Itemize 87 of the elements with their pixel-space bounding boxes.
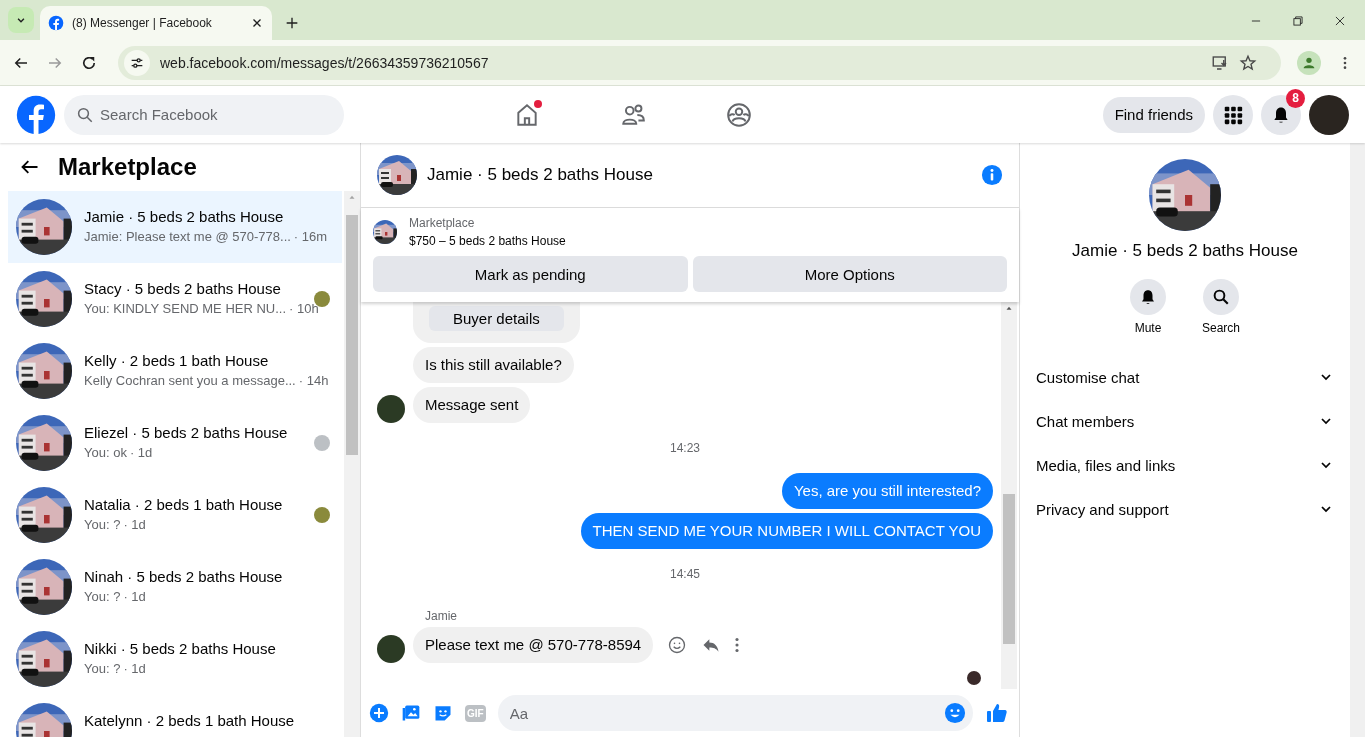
listing-action-button[interactable]: Mark as pending bbox=[373, 256, 688, 292]
find-friends-button[interactable]: Find friends bbox=[1102, 96, 1205, 133]
conversation-title: Natalia · 2 beds 1 bath House bbox=[84, 496, 284, 513]
search-icon bbox=[76, 105, 94, 124]
conversation-title: Kelly · 2 beds 1 bath House bbox=[84, 352, 270, 369]
conversation-title: Eliezel · 5 beds 2 baths House bbox=[84, 424, 289, 441]
facebook-logo-icon bbox=[48, 15, 64, 31]
install-app-icon bbox=[1211, 53, 1229, 72]
message-preview: You: ok bbox=[84, 445, 127, 460]
conversation-item[interactable]: Jamie · 5 beds 2 baths House Jamie: Please text me @ 570-778... · 16m bbox=[8, 191, 342, 263]
listing-action-button[interactable]: More Options bbox=[692, 256, 1007, 292]
conversation-title: Katelynn · 2 beds 1 bath House bbox=[84, 712, 296, 729]
message-preview: Kelly Cochran sent you a message... bbox=[84, 373, 296, 388]
tab-title: (8) Messenger | Facebook bbox=[72, 16, 213, 30]
message-time: · 1d bbox=[123, 517, 146, 532]
conversation-item[interactable]: Katelynn · 2 beds 1 bath House bbox=[8, 695, 342, 737]
tab-search-button[interactable] bbox=[8, 7, 34, 33]
listing-title: $750 – 5 beds 2 baths House bbox=[409, 234, 566, 248]
message-preview: You: KINDLY SEND ME HER NU... bbox=[84, 301, 287, 316]
smiley-icon bbox=[667, 635, 688, 655]
message-bubble: Please text me @ 570-778-8594 bbox=[413, 627, 654, 663]
conversation-item[interactable]: Ninah · 5 beds 2 baths House You: ? · 1d bbox=[8, 551, 342, 623]
menu-button[interactable] bbox=[1213, 94, 1253, 135]
message-bubble: Yes, are you still interested? bbox=[781, 473, 993, 509]
timestamp: 14:45 bbox=[670, 567, 700, 581]
chat-title: Jamie · 5 beds 2 baths House bbox=[427, 165, 654, 185]
url-text: web.facebook.com/messages/t/26634359736210567 bbox=[160, 54, 490, 71]
friends-icon bbox=[620, 101, 646, 128]
message-time: · 1d bbox=[129, 445, 153, 460]
section-header[interactable]: Chat members bbox=[1036, 399, 1334, 443]
thumbs-up-icon bbox=[985, 701, 1009, 725]
scrollbar[interactable] bbox=[1001, 302, 1017, 689]
conversation-item[interactable]: Stacy · 5 beds 2 baths House You: KINDLY SEND ME HER NU... · 10h bbox=[8, 263, 342, 335]
profile-avatar[interactable] bbox=[1309, 94, 1349, 135]
message-bubble: THEN SEND ME YOUR NUMBER I WILL CONTACT YOU bbox=[580, 513, 993, 549]
message-preview: You: ? bbox=[84, 589, 121, 604]
listing-label: Marketplace bbox=[409, 216, 476, 230]
section-header[interactable]: Privacy and support bbox=[1036, 487, 1334, 531]
conversation-item[interactable]: Natalia · 2 beds 1 bath House You: ? · 1d bbox=[8, 479, 342, 551]
address-bar[interactable]: web.facebook.com/messages/t/26634359736210567 bbox=[118, 45, 1281, 80]
plus-icon bbox=[284, 15, 300, 31]
section-header[interactable]: Media, files and links bbox=[1036, 443, 1334, 487]
bell-icon bbox=[1139, 288, 1157, 306]
message-time: · 1d bbox=[123, 589, 146, 604]
scrollbar[interactable] bbox=[344, 191, 360, 737]
message-time: · 16m bbox=[293, 229, 328, 244]
more-icon bbox=[735, 638, 740, 652]
message-bubble: Is this still available? bbox=[413, 347, 574, 383]
facebook-logo-icon bbox=[16, 94, 56, 135]
conversation-item[interactable]: Eliezel · 5 beds 2 baths House You: ok · 1d bbox=[8, 407, 342, 479]
conversation-title: Ninah · 5 beds 2 baths House bbox=[84, 568, 284, 585]
search-icon bbox=[1212, 288, 1230, 306]
notifications-button[interactable] bbox=[1261, 94, 1301, 135]
message-time: · 10h bbox=[289, 301, 319, 316]
sidebar-title: Marketplace bbox=[58, 153, 197, 181]
emoji-icon bbox=[944, 702, 966, 724]
close-icon bbox=[1333, 14, 1347, 28]
message-preview: You: ? bbox=[84, 517, 121, 532]
scrollbar[interactable] bbox=[1350, 143, 1365, 737]
photo-icon bbox=[401, 703, 421, 723]
sender-name: Jamie bbox=[425, 609, 458, 623]
conversation-title: Jamie · 5 beds 2 baths House bbox=[84, 208, 285, 225]
chat-title: Jamie · 5 beds 2 baths House bbox=[1072, 241, 1298, 261]
conversation-title: Nikki · 5 beds 2 baths House bbox=[84, 640, 277, 657]
message-preview: You: ? bbox=[84, 661, 121, 676]
plus-icon bbox=[369, 703, 389, 723]
conversation-item[interactable]: Kelly · 2 beds 1 bath House Kelly Cochran sent you a message... · 14h bbox=[8, 335, 342, 407]
read-receipt-avatar bbox=[967, 671, 981, 685]
message-input[interactable]: Aa bbox=[497, 695, 973, 731]
home-icon bbox=[514, 101, 540, 128]
conversation-title: Stacy · 5 beds 2 baths House bbox=[84, 280, 282, 297]
message-time: · 1d bbox=[123, 661, 146, 676]
message-bubble: Message sent bbox=[413, 387, 531, 423]
search-field[interactable]: Search Facebook bbox=[64, 94, 344, 135]
sticker-icon bbox=[433, 703, 453, 723]
message-time: · 14h bbox=[298, 373, 329, 388]
info-icon bbox=[981, 164, 1003, 186]
message-preview: Jamie: Please text me @ 570-778... bbox=[84, 229, 291, 244]
section-header[interactable]: Customise chat bbox=[1036, 355, 1334, 399]
browser-tab[interactable]: (8) Messenger | Facebook bbox=[40, 6, 272, 40]
groups-icon bbox=[726, 101, 752, 128]
timestamp: 14:23 bbox=[670, 441, 700, 455]
restore-icon bbox=[1291, 14, 1305, 28]
conversation-item[interactable]: Nikki · 5 beds 2 baths House You: ? · 1d bbox=[8, 623, 342, 695]
buyer-details-button[interactable]: Buyer details bbox=[429, 306, 564, 331]
notification-badge: 8 bbox=[1286, 88, 1305, 108]
star-icon bbox=[1239, 53, 1257, 72]
